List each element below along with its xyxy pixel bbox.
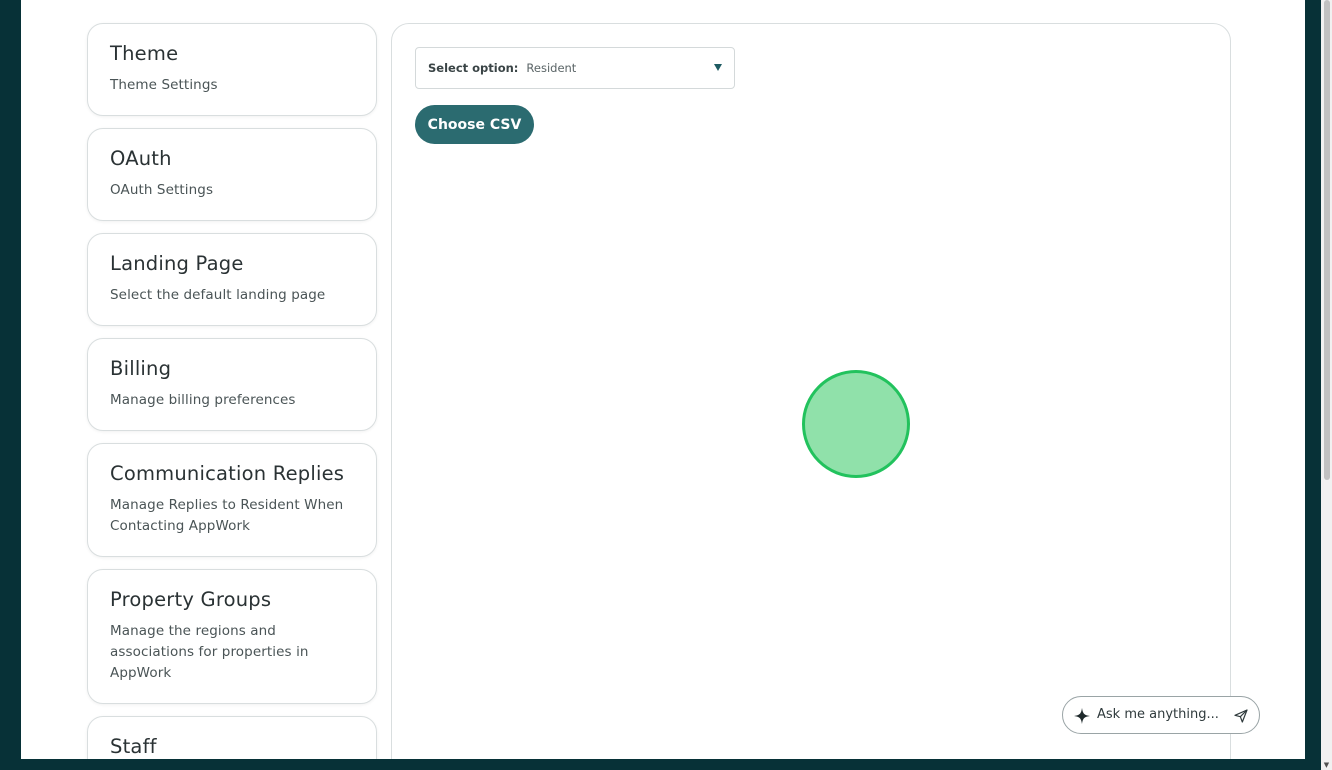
settings-card-billing[interactable]: Billing Manage billing preferences (87, 338, 377, 431)
settings-card-oauth[interactable]: OAuth OAuth Settings (87, 128, 377, 221)
card-title: Billing (110, 357, 172, 380)
card-description: Manage Replies to Resident When Contacti… (110, 497, 344, 534)
select-label: Select option: (428, 61, 519, 75)
assistant-placeholder: Ask me anything... (1097, 707, 1219, 722)
settings-card-property-groups[interactable]: Property Groups Manage the regions and a… (87, 569, 377, 704)
choose-csv-button[interactable]: Choose CSV (415, 105, 534, 144)
card-description: Select the default landing page (110, 287, 326, 303)
settings-card-landing-page[interactable]: Landing Page Select the default landing … (87, 233, 377, 326)
card-title: Property Groups (110, 588, 272, 611)
click-indicator (802, 370, 910, 478)
sparkle-icon (1073, 707, 1091, 725)
scrollbar-thumb[interactable] (1324, 0, 1330, 480)
settings-card-communication-replies[interactable]: Communication Replies Manage Replies to … (87, 443, 377, 557)
card-title: Theme (110, 42, 179, 65)
window-bottom-edge (0, 759, 1321, 770)
card-title: OAuth (110, 147, 172, 170)
scroll-down-arrow[interactable]: ▼ (1321, 760, 1332, 770)
assistant-input[interactable]: Ask me anything... (1062, 696, 1260, 734)
card-title: Staff (110, 735, 157, 758)
settings-card-staff[interactable]: Staff (87, 716, 377, 759)
settings-card-theme[interactable]: Theme Theme Settings (87, 23, 377, 116)
import-panel: Select option: Resident Choose CSV (391, 23, 1231, 759)
card-description: Manage billing preferences (110, 392, 296, 408)
send-icon[interactable] (1233, 708, 1249, 724)
select-value: Resident (526, 61, 577, 75)
card-description: Manage the regions and associations for … (110, 623, 309, 681)
card-title: Landing Page (110, 252, 244, 275)
card-description: OAuth Settings (110, 182, 214, 198)
chevron-down-icon (714, 64, 722, 71)
settings-page: Theme Theme Settings OAuth OAuth Setting… (21, 0, 1305, 759)
card-title: Communication Replies (110, 462, 345, 485)
card-description: Theme Settings (110, 77, 218, 93)
option-select[interactable]: Select option: Resident (415, 47, 735, 89)
